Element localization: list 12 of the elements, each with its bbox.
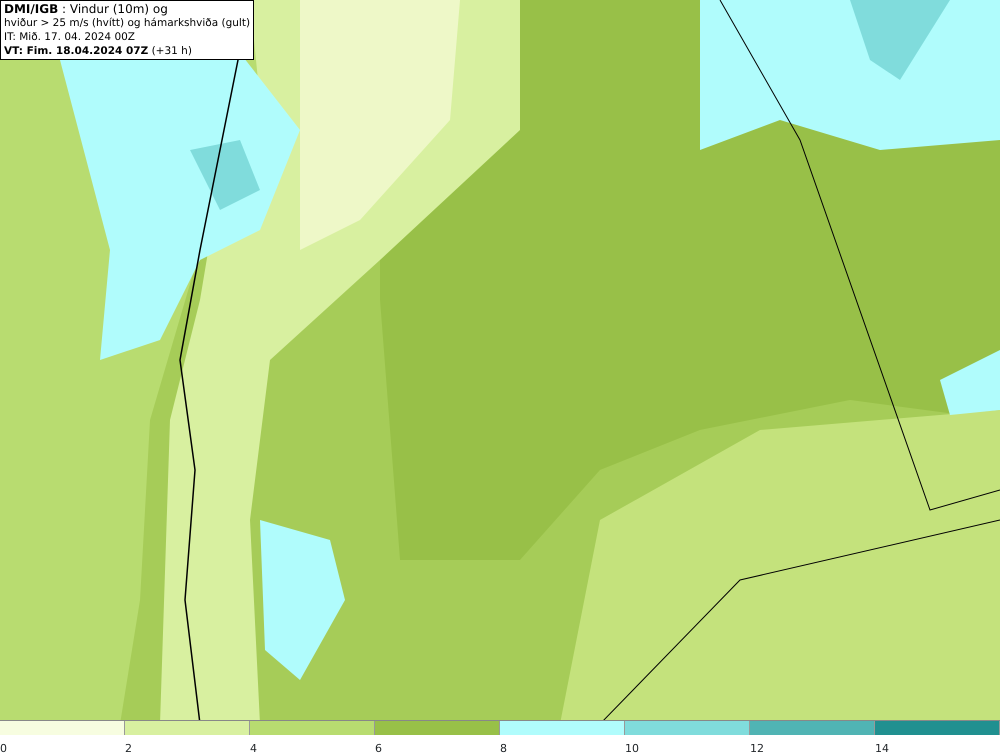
legend-tick-label: 14 xyxy=(875,742,889,753)
legend-tick-label: 2 xyxy=(125,742,132,753)
legend-tick-label: 12 xyxy=(750,742,764,753)
legend-tick-label: 4 xyxy=(250,742,257,753)
title-line: DMI/IGB : Vindur (10m) og xyxy=(4,2,169,16)
title-line: IT: Mið. 17. 04. 2024 00Z xyxy=(4,30,136,44)
title-line: hviður > 25 m/s (hvítt) og hámarkshviða (gult) xyxy=(4,16,250,30)
title-line: VT: Fim. 18.04.2024 07Z (+31 h) xyxy=(4,44,193,58)
legend-tick-label: 10 xyxy=(625,742,639,753)
legend-tick-label: 0 xyxy=(0,742,7,753)
legend-tick-label: 6 xyxy=(375,742,382,753)
legend-tick-label: 8 xyxy=(500,742,507,753)
